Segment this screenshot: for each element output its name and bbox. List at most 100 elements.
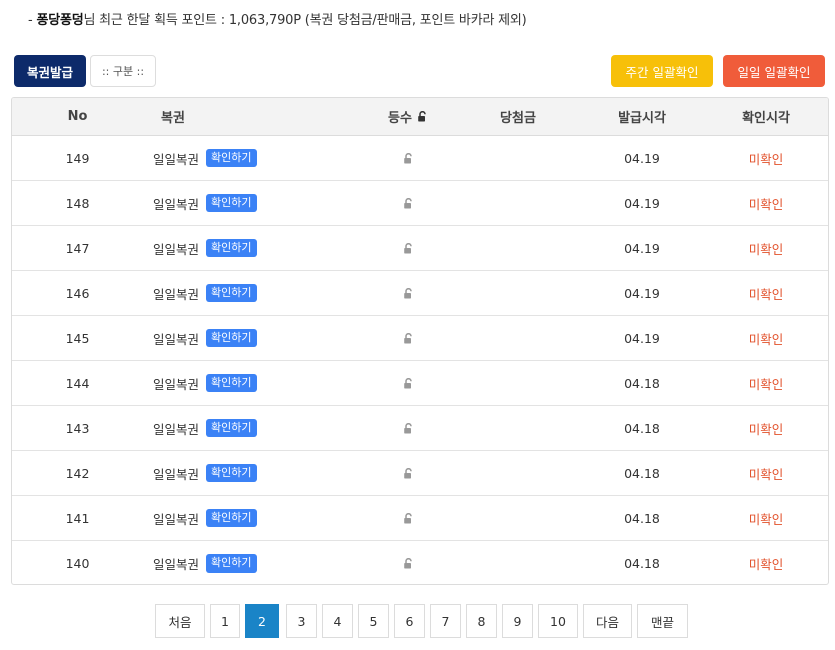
page-button[interactable]: 4 xyxy=(322,604,353,638)
lock-open-icon xyxy=(403,512,414,524)
row-check-status: 미확인 xyxy=(748,151,784,167)
table-row: 149 일일복권 확인하기 04.19 미확인 xyxy=(12,136,828,181)
page-first-button[interactable]: 처음 xyxy=(155,604,205,638)
pagination: 처음 1 2 3 4 5 6 7 8 9 10 다음 맨끝 xyxy=(0,604,835,639)
row-name: 일일복권 확인하기 xyxy=(153,181,353,225)
row-no: 146 xyxy=(65,285,90,301)
check-lottery-button[interactable]: 확인하기 xyxy=(206,418,257,438)
header-issue-time: 발급시각 xyxy=(618,111,666,126)
row-no: 143 xyxy=(65,420,90,436)
page-button[interactable]: 7 xyxy=(430,604,461,638)
table-row: 142 일일복권 확인하기 04.18 미확인 xyxy=(12,451,828,496)
row-name: 일일복권 확인하기 xyxy=(153,496,353,540)
page-button[interactable]: 5 xyxy=(358,604,389,638)
row-prize xyxy=(468,136,568,180)
daily-bulk-check-button[interactable]: 일일 일괄확인 xyxy=(723,55,825,87)
page-button[interactable]: 6 xyxy=(394,604,425,638)
lock-open-icon xyxy=(403,242,414,254)
table-row: 145 일일복권 확인하기 04.19 미확인 xyxy=(12,316,828,361)
summary-text: 님 최근 한달 획득 포인트 : 1,063,790P (복권 당첨금/판매금,… xyxy=(83,13,527,28)
check-lottery-button[interactable]: 확인하기 xyxy=(206,508,257,528)
lock-open-icon xyxy=(403,467,414,479)
table-row: 146 일일복권 확인하기 04.19 미확인 xyxy=(12,271,828,316)
row-prize xyxy=(468,406,568,450)
row-check-status: 미확인 xyxy=(748,421,784,437)
row-grade xyxy=(358,496,458,540)
row-no: 141 xyxy=(65,510,90,526)
check-lottery-button[interactable]: 확인하기 xyxy=(206,373,257,393)
row-no: 142 xyxy=(65,465,90,481)
lottery-name: 일일복권 xyxy=(153,466,200,482)
lottery-name: 일일복권 xyxy=(153,511,200,527)
lock-open-icon xyxy=(403,197,414,209)
row-check-status: 미확인 xyxy=(748,466,784,482)
page-button[interactable]: 10 xyxy=(538,604,578,638)
category-select[interactable]: :: 구분 :: xyxy=(90,55,156,87)
page-button[interactable]: 2 xyxy=(245,604,279,638)
page-button[interactable]: 8 xyxy=(466,604,497,638)
table-body: 149 일일복권 확인하기 04.19 미확인 148 일일복권 확인하기 04.19 미확인 14… xyxy=(12,136,828,584)
row-no: 147 xyxy=(65,240,90,256)
lock-open-icon xyxy=(403,558,414,569)
row-prize xyxy=(468,316,568,360)
lock-open-icon xyxy=(417,111,428,122)
page-last-button[interactable]: 맨끝 xyxy=(637,604,688,638)
lock-open-icon xyxy=(403,377,414,389)
row-check-status: 미확인 xyxy=(748,376,784,392)
page-button[interactable]: 1 xyxy=(210,604,240,638)
row-grade xyxy=(358,181,458,225)
lottery-name: 일일복권 xyxy=(153,151,200,167)
row-no: 145 xyxy=(65,330,90,346)
lock-open-icon xyxy=(403,422,414,434)
page-button[interactable]: 3 xyxy=(286,604,317,638)
check-lottery-button[interactable]: 확인하기 xyxy=(206,554,257,573)
check-lottery-button[interactable]: 확인하기 xyxy=(206,238,257,258)
lottery-name: 일일복권 xyxy=(153,421,200,437)
row-prize xyxy=(468,361,568,405)
row-grade xyxy=(358,136,458,180)
row-check-status: 미확인 xyxy=(748,557,784,572)
table-row: 143 일일복권 확인하기 04.18 미확인 xyxy=(12,406,828,451)
row-check-status: 미확인 xyxy=(748,511,784,527)
row-check-status: 미확인 xyxy=(748,286,784,302)
header-grade: 등수 xyxy=(358,98,458,135)
row-prize xyxy=(468,226,568,270)
row-issue-time: 04.18 xyxy=(624,556,660,571)
page-button[interactable]: 9 xyxy=(502,604,533,638)
row-prize xyxy=(468,181,568,225)
toolbar: 복권발급 :: 구분 :: 주간 일괄확인 일일 일괄확인 xyxy=(14,54,826,87)
row-name: 일일복권 확인하기 xyxy=(153,451,353,495)
header-name: 복권 xyxy=(161,111,185,126)
lock-open-icon xyxy=(403,332,414,344)
table-row: 141 일일복권 확인하기 04.18 미확인 xyxy=(12,496,828,541)
lottery-table: No 복권 등수 당첨금 발급시각 확인시각 149 일일복권 확인하기 04.19 미… xyxy=(11,97,829,585)
row-issue-time: 04.19 xyxy=(624,195,660,211)
row-name: 일일복권 확인하기 xyxy=(153,316,353,360)
row-grade xyxy=(358,316,458,360)
row-check-status: 미확인 xyxy=(748,331,784,347)
row-name: 일일복권 확인하기 xyxy=(153,541,353,584)
header-grade-label: 등수 xyxy=(388,111,412,126)
issue-lottery-button[interactable]: 복권발급 xyxy=(14,55,86,87)
check-lottery-button[interactable]: 확인하기 xyxy=(206,148,257,168)
row-check-status: 미확인 xyxy=(748,196,784,212)
header-no: No xyxy=(67,109,88,124)
check-lottery-button[interactable]: 확인하기 xyxy=(206,328,257,348)
row-grade xyxy=(358,541,458,584)
check-lottery-button[interactable]: 확인하기 xyxy=(206,193,257,213)
points-summary: - 퐁당퐁덩님 최근 한달 획득 포인트 : 1,063,790P (복권 당첨… xyxy=(28,9,527,28)
weekly-bulk-check-button[interactable]: 주간 일괄확인 xyxy=(611,55,713,87)
table-header: No 복권 등수 당첨금 발급시각 확인시각 xyxy=(12,98,828,136)
lottery-name: 일일복권 xyxy=(153,331,200,347)
page-next-button[interactable]: 다음 xyxy=(583,604,632,638)
row-issue-time: 04.18 xyxy=(624,420,660,436)
table-row: 140 일일복권 확인하기 04.18 미확인 xyxy=(12,541,828,584)
row-name: 일일복권 확인하기 xyxy=(153,271,353,315)
lottery-name: 일일복권 xyxy=(153,557,200,572)
row-no: 140 xyxy=(65,556,90,571)
check-lottery-button[interactable]: 확인하기 xyxy=(206,283,257,303)
row-issue-time: 04.18 xyxy=(624,465,660,481)
row-grade xyxy=(358,406,458,450)
header-prize: 당첨금 xyxy=(500,111,536,126)
check-lottery-button[interactable]: 확인하기 xyxy=(206,463,257,483)
